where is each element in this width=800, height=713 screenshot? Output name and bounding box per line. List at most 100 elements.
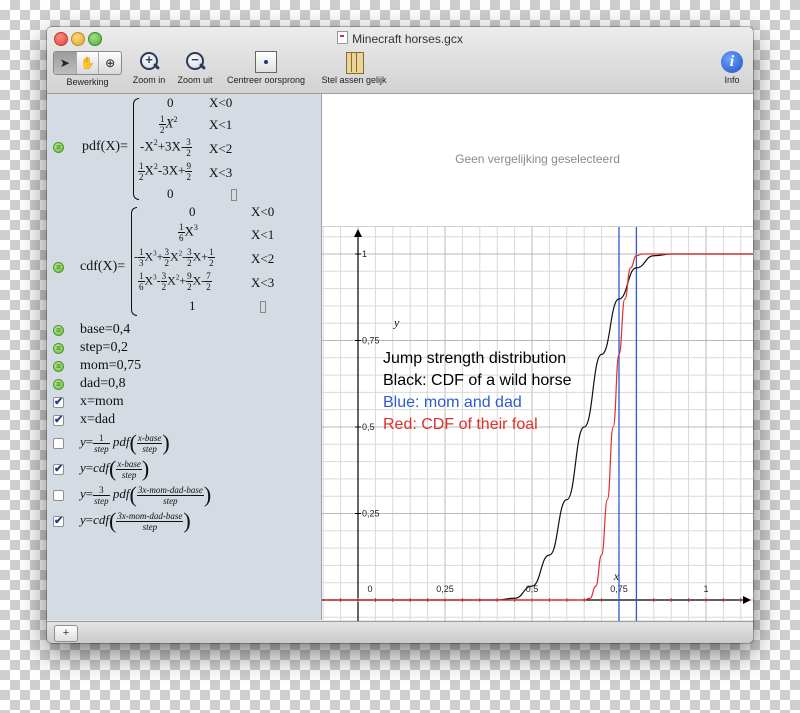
app-window: Minecraft horses.gcx ➤ ✋ ⊕ Bewerking + Z… xyxy=(47,27,753,643)
y3-equation: y= 3 step pdf(3x-mom-dad-base step) xyxy=(80,482,212,507)
cdf-piece-1-cond: X<1 xyxy=(251,227,275,242)
x-tick-label: 1 xyxy=(703,584,708,594)
detail-pane: Geen vergelijking geselecteerd 0 0,25 0,5 0… xyxy=(322,94,753,621)
bewerking-label: Bewerking xyxy=(66,77,109,87)
zoom-in-button[interactable]: + Zoom in xyxy=(129,51,169,85)
equal-axes-label: Stel assen gelijk xyxy=(321,75,387,85)
hand-icon[interactable]: ✋ xyxy=(77,52,100,74)
ruler-icon xyxy=(343,51,365,74)
cdf-piece-0-expr: 0 xyxy=(189,204,196,219)
y-tick-label: 0,75 xyxy=(362,336,380,346)
equation-row-dad[interactable]: = dad=0,8 xyxy=(47,375,321,393)
document-icon xyxy=(337,31,349,44)
zoom-in-label: Zoom in xyxy=(132,75,166,85)
info-label: Info xyxy=(724,75,740,85)
zoom-out-button[interactable]: − Zoom uit xyxy=(173,51,217,85)
y-tick-label: 1 xyxy=(362,249,367,259)
mode-segmented-control[interactable]: ➤ ✋ ⊕ xyxy=(53,51,122,75)
visibility-checkbox[interactable]: ✔ xyxy=(53,516,64,527)
x-tick-label: 0,25 xyxy=(436,584,454,594)
visibility-checkbox[interactable] xyxy=(53,490,64,501)
base-equation: base=0,4 xyxy=(80,322,131,337)
placeholder-box xyxy=(260,298,266,314)
equation-dot-icon[interactable]: = xyxy=(53,262,64,273)
cdf-piece-3-expr: 1 6 X3- 3 2 X2+ 9 2 X- 7 2 xyxy=(138,271,212,292)
equation-dot-icon[interactable]: = xyxy=(53,343,64,354)
visibility-checkbox[interactable] xyxy=(53,438,64,449)
no-equation-selected-text: Geen vergelijking geselecteerd xyxy=(455,152,620,166)
equation-row-step[interactable]: = step=0,2 xyxy=(47,339,321,357)
centre-origin-button[interactable]: Centreer oorsprong xyxy=(221,51,311,85)
pdf-piece-3-expr: 1 2 X2-3X+ 9 2 xyxy=(138,161,192,182)
chart-annotation: Blue: mom and dad xyxy=(383,394,522,411)
zoom-out-label: Zoom uit xyxy=(177,75,213,85)
pdf-piece-0-expr: 0 xyxy=(167,95,174,110)
add-equation-button[interactable]: + xyxy=(54,625,78,642)
x-dad-equation: x=dad xyxy=(80,412,116,427)
equation-row-y1[interactable]: y= 1 step pdf(x-base step) xyxy=(47,429,321,455)
equation-row-mom[interactable]: = mom=0,75 xyxy=(47,357,321,375)
x-axis-arrow xyxy=(743,596,751,604)
graph-svg[interactable]: 00,250,50,7510,250,50,751yxJump strength… xyxy=(322,227,753,621)
status-bar: + xyxy=(47,621,753,643)
placeholder-box xyxy=(231,186,237,202)
cdf-piece-0-cond: X<0 xyxy=(251,204,275,219)
chart-annotation: Black: CDF of a wild horse xyxy=(383,372,572,389)
cdf-piece-3-cond: X<3 xyxy=(251,275,275,290)
zoom-out-icon: − xyxy=(184,51,207,73)
pdf-piece-2-cond: X<2 xyxy=(209,141,233,156)
info-button[interactable]: i Info xyxy=(715,51,749,85)
graph-canvas[interactable]: 00,250,50,7510,250,50,751yxJump strength… xyxy=(322,226,753,621)
visibility-checkbox[interactable]: ✔ xyxy=(53,464,64,475)
centre-origin-label: Centreer oorsprong xyxy=(226,75,306,85)
pdf-piece-4-expr: 0 xyxy=(167,186,174,201)
pdf-piece-3-cond: X<3 xyxy=(209,165,233,180)
equation-dot-icon[interactable]: = xyxy=(53,325,64,336)
pdf-piece-1-expr: 1 2 X2 xyxy=(159,114,178,135)
equation-row-cdf[interactable]: = cdf(X)= 0 X<0 1 6 X3 X<1 -1 3 X3+ 3 2 X2- 3 2 X+… xyxy=(47,204,321,319)
x-tick-label: 0 xyxy=(367,584,372,594)
centre-origin-icon xyxy=(255,51,277,73)
magnifier-icon[interactable]: ⊕ xyxy=(99,52,121,74)
step-equation: step=0,2 xyxy=(80,340,128,355)
cdf-piece-2-cond: X<2 xyxy=(251,251,275,266)
equation-row-pdf[interactable]: = pdf(X)= 0 X<0 1 2 X2 X<1 -X2+3X- 3 2 X<2 1… xyxy=(47,94,321,204)
equation-row-base[interactable]: = base=0,4 xyxy=(47,321,321,339)
equation-row-y2[interactable]: ✔ y=cdf(x-base step) xyxy=(47,455,321,481)
equation-list: = pdf(X)= 0 X<0 1 2 X2 X<1 -X2+3X- 3 2 X<2 1… xyxy=(47,94,322,620)
plus-icon: + xyxy=(62,627,70,639)
equation-row-x-dad[interactable]: ✔ x=dad xyxy=(47,411,321,429)
y4-equation: y=cdf(3x-mom-dad-base step) xyxy=(80,508,191,533)
pdf-lhs: pdf(X)= xyxy=(82,139,128,154)
window-title-text: Minecraft horses.gcx xyxy=(352,32,463,46)
pdf-piece-1-cond: X<1 xyxy=(209,117,233,132)
pdf-piece-2-expr: -X2+3X- 3 2 xyxy=(140,137,192,158)
window-title: Minecraft horses.gcx xyxy=(47,31,753,46)
y1-equation: y= 1 step pdf(x-base step) xyxy=(80,430,170,455)
dad-equation: dad=0,8 xyxy=(80,376,126,391)
y-axis-label: y xyxy=(393,316,400,330)
chart-title: Jump strength distribution xyxy=(383,350,566,367)
bewerking-tool: ➤ ✋ ⊕ Bewerking xyxy=(53,51,122,87)
visibility-checkbox[interactable]: ✔ xyxy=(53,397,64,408)
y2-equation: y=cdf(x-base step) xyxy=(80,456,150,481)
x-mom-equation: x=mom xyxy=(80,394,124,409)
y-tick-label: 0,25 xyxy=(362,509,380,519)
pdf-piece-0-cond: X<0 xyxy=(209,95,233,110)
equation-row-y3[interactable]: y= 3 step pdf(3x-mom-dad-base step) xyxy=(47,481,321,507)
equation-dot-icon[interactable]: = xyxy=(53,361,64,372)
left-brace xyxy=(133,98,139,200)
equal-axes-button[interactable]: Stel assen gelijk xyxy=(315,51,393,85)
cdf-piece-2-expr: -1 3 X3+ 3 2 X2- 3 2 X+ 1 2 xyxy=(134,247,215,268)
toolbar: Minecraft horses.gcx ➤ ✋ ⊕ Bewerking + Z… xyxy=(47,27,753,94)
equation-dot-icon[interactable]: = xyxy=(53,379,64,390)
y-axis-arrow xyxy=(354,229,362,237)
info-icon: i xyxy=(721,51,743,73)
equation-row-x-mom[interactable]: ✔ x=mom xyxy=(47,393,321,411)
arrow-icon[interactable]: ➤ xyxy=(54,52,77,74)
cdf-piece-4-expr: 1 xyxy=(189,298,196,313)
visibility-checkbox[interactable]: ✔ xyxy=(53,415,64,426)
equation-row-y4[interactable]: ✔ y=cdf(3x-mom-dad-base step) xyxy=(47,507,321,533)
cdf-piece-1-expr: 1 6 X3 xyxy=(178,222,198,243)
equation-dot-icon[interactable]: = xyxy=(53,142,64,153)
